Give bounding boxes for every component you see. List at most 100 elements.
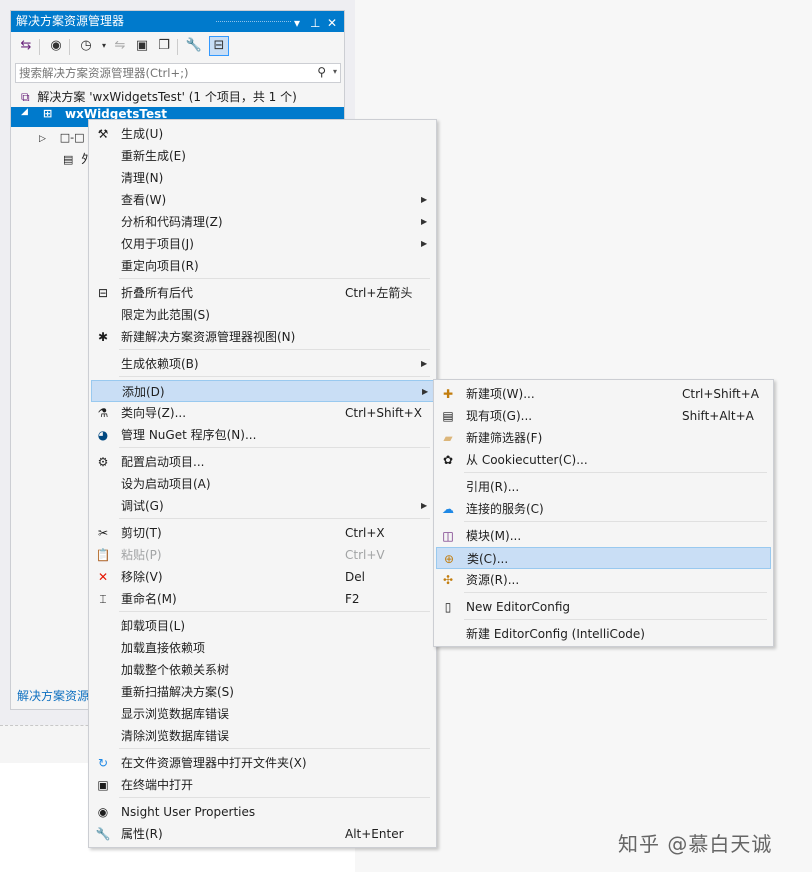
submenu-arrow-icon: ▶	[421, 359, 428, 368]
menu-separator	[464, 592, 767, 593]
menu-separator	[464, 619, 767, 620]
menu-item[interactable]: ⊟ 折叠所有后代 Ctrl+左箭头	[91, 282, 434, 304]
menu-item[interactable]: ✿ 从 Cookiecutter(C)...	[436, 449, 771, 471]
menu-item[interactable]: ⚗ 类向导(Z)... Ctrl+Shift+X	[91, 402, 434, 424]
menu-item-label: 剪切(T)	[121, 526, 162, 540]
menu-item[interactable]: ▣ 在终端中打开	[91, 774, 434, 796]
menu-item-label: 卸载项目(L)	[121, 619, 186, 633]
menu-item[interactable]: 查看(W) ▶	[91, 189, 434, 211]
menu-item[interactable]: ▯ New EditorConfig	[436, 596, 771, 618]
menu-item[interactable]: 📋 粘贴(P) Ctrl+V	[91, 544, 434, 566]
menu-item-label: 在文件资源管理器中打开文件夹(X)	[121, 756, 307, 770]
tree-references-node[interactable]: ▷ □-□	[39, 127, 85, 147]
menu-item[interactable]: ☁ 连接的服务(C)	[436, 498, 771, 520]
menu-item[interactable]: ✣ 资源(R)...	[436, 569, 771, 591]
footer-solution-explorer-tab[interactable]: 解决方案资源	[17, 687, 89, 704]
menu-item[interactable]: 生成依赖项(B) ▶	[91, 353, 434, 375]
menu-item[interactable]: 🔧 属性(R) Alt+Enter	[91, 823, 434, 845]
menu-item[interactable]: 重定向项目(R)	[91, 255, 434, 277]
preview-icon[interactable]: ⊟	[209, 36, 229, 56]
menu-item[interactable]: 清理(N)	[91, 167, 434, 189]
expand-arrow-icon[interactable]: ◢	[21, 107, 28, 117]
menu-item[interactable]: ◫ 模块(M)...	[436, 525, 771, 547]
menu-item[interactable]: 限定为此范围(S)	[91, 304, 434, 326]
menu-item[interactable]: ◉ Nsight User Properties	[91, 801, 434, 823]
sync-icon[interactable]: ⇋	[111, 37, 129, 55]
menu-item[interactable]: 重新扫描解决方案(S)	[91, 681, 434, 703]
show-all-files-icon[interactable]: ❐	[155, 37, 173, 55]
gear-icon: ⚙	[97, 455, 109, 469]
menu-item[interactable]: ✂ 剪切(T) Ctrl+X	[91, 522, 434, 544]
search-input[interactable]	[16, 64, 309, 82]
collapsed-arrow-icon[interactable]: ▷	[39, 134, 46, 144]
submenu-arrow-icon: ▶	[421, 195, 428, 204]
menu-item[interactable]: 重新生成(E)	[91, 145, 434, 167]
search-box[interactable]: ⚲ ▾	[15, 63, 341, 83]
dropdown-arrow-icon[interactable]: ▾	[294, 13, 300, 34]
filter-folder-icon: ▰	[443, 431, 453, 445]
menu-item[interactable]: 引用(R)...	[436, 476, 771, 498]
menu-item[interactable]: 添加(D) ▶	[91, 380, 434, 402]
class-icon: ⊕	[443, 552, 455, 566]
menu-item[interactable]: 清除浏览数据库错误	[91, 725, 434, 747]
menu-item-shortcut: Ctrl+Shift+A	[682, 387, 759, 401]
panel-title: 解决方案资源管理器	[16, 14, 125, 28]
menu-separator	[119, 349, 430, 350]
menu-item[interactable]: ◕ 管理 NuGet 程序包(N)...	[91, 424, 434, 446]
menu-item-label: 折叠所有后代	[121, 286, 194, 300]
menu-item-label: 重定向项目(R)	[121, 259, 199, 273]
switch-views-icon[interactable]: ⇆	[17, 37, 35, 55]
menu-item[interactable]: 加载直接依赖项	[91, 637, 434, 659]
menu-item-label: 模块(M)...	[466, 529, 522, 543]
menu-item[interactable]: 卸载项目(L)	[91, 615, 434, 637]
menu-item[interactable]: ✕ 移除(V) Del	[91, 566, 434, 588]
pin-icon[interactable]: ⊥	[310, 13, 320, 34]
document-icon: ▯	[444, 600, 452, 614]
menu-item[interactable]: 新建 EditorConfig (IntelliCode)	[436, 623, 771, 645]
menu-item[interactable]: ▰ 新建筛选器(F)	[436, 427, 771, 449]
menu-item-label: 清理(N)	[121, 171, 164, 185]
connected-service-icon: ☁	[442, 502, 454, 516]
panel-toolbar: ⇆ ◉ ◷ ▾ ⇋ ▣ ❐ 🔧 ⊟	[11, 33, 344, 61]
menu-item[interactable]: 加载整个依赖关系树	[91, 659, 434, 681]
toolbar-separator	[69, 39, 70, 55]
menu-item-label: New EditorConfig	[466, 600, 571, 614]
menu-item[interactable]: 显示浏览数据库错误	[91, 703, 434, 725]
menu-item[interactable]: ⚙ 配置启动项目...	[91, 451, 434, 473]
menu-item-label: 添加(D)	[122, 385, 165, 399]
menu-item[interactable]: ▤ 现有项(G)... Shift+Alt+A	[436, 405, 771, 427]
scissors-icon: ✂	[97, 526, 109, 540]
menu-item-shortcut: Ctrl+Shift+X	[345, 406, 422, 420]
submenu-arrow-icon: ▶	[421, 501, 428, 510]
menu-separator	[119, 447, 430, 448]
menu-item-label: 类(C)...	[467, 552, 509, 566]
submenu-arrow-icon: ▶	[421, 239, 428, 248]
menu-item-label: 移除(V)	[121, 570, 163, 584]
tree-solution-node[interactable]: ⧉ 解决方案 'wxWidgetsTest' (1 个项目，共 1 个)	[21, 87, 297, 107]
search-icon[interactable]: ⚲	[317, 65, 326, 79]
menu-item[interactable]: 仅用于项目(J) ▶	[91, 233, 434, 255]
menu-item[interactable]: ↻ 在文件资源管理器中打开文件夹(X)	[91, 752, 434, 774]
rename-icon: ⌶	[99, 592, 107, 606]
wrench-icon[interactable]: 🔧	[185, 37, 203, 55]
globe-icon[interactable]: ◉	[47, 37, 65, 55]
close-icon[interactable]: ✕	[327, 13, 337, 34]
search-options-dropdown-icon[interactable]: ▾	[333, 67, 337, 76]
menu-item[interactable]: 分析和代码清理(Z) ▶	[91, 211, 434, 233]
new-item-icon: ✚	[442, 387, 454, 401]
menu-item-label: 加载整个依赖关系树	[121, 663, 230, 677]
menu-item[interactable]: ✱ 新建解决方案资源管理器视图(N)	[91, 326, 434, 348]
menu-item[interactable]: ✚ 新建项(W)... Ctrl+Shift+A	[436, 383, 771, 405]
collapse-all-icon[interactable]: ▣	[133, 37, 151, 55]
cpp-project-icon: ⊞	[43, 107, 53, 120]
menu-item[interactable]: 调试(G) ▶	[91, 495, 434, 517]
menu-item[interactable]: 设为启动项目(A)	[91, 473, 434, 495]
menu-item[interactable]: ⚒ 生成(U)	[91, 123, 434, 145]
menu-item-shortcut: Ctrl+V	[345, 548, 385, 562]
existing-item-icon: ▤	[442, 409, 454, 423]
menu-item-label: 现有项(G)...	[466, 409, 533, 423]
menu-item-label: 仅用于项目(J)	[121, 237, 194, 251]
history-icon[interactable]: ◷	[77, 37, 95, 55]
menu-item[interactable]: ⊕ 类(C)...	[436, 547, 771, 569]
menu-item[interactable]: ⌶ 重命名(M) F2	[91, 588, 434, 610]
